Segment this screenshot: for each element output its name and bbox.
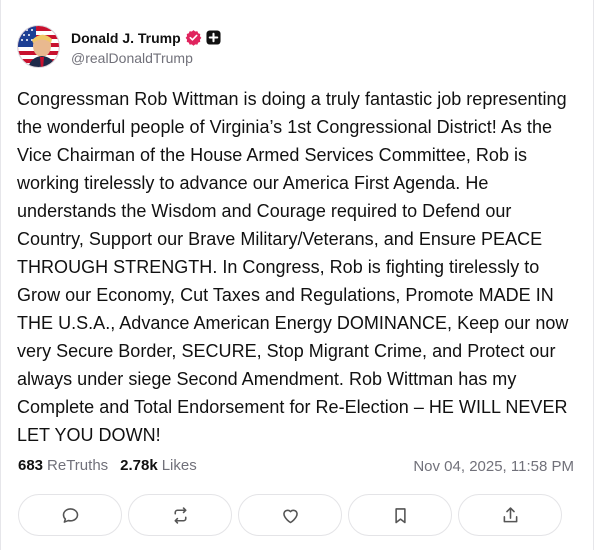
post-timestamp[interactable]: Nov 04, 2025, 11:58 PM [413,458,574,475]
like-button[interactable] [238,494,342,536]
retruths-count[interactable]: 683 [18,457,43,474]
author-handle[interactable]: @realDonaldTrump [71,50,221,66]
avatar-flag-portrait-icon [18,25,59,67]
bookmark-icon [394,507,406,523]
heart-icon [282,509,298,523]
plus-badge-icon [206,30,221,45]
author-info: Donald J. Trump @realDonaldTrump [71,27,221,66]
author-name-row: Donald J. Trump [71,27,221,49]
verified-badge-icon [185,29,202,46]
share-icon [503,506,517,522]
retruth-button[interactable] [128,494,232,536]
comment-icon [62,507,78,523]
bookmark-button[interactable] [348,494,452,536]
post-stats: 683 ReTruths 2.78k Likes [18,457,197,474]
avatar[interactable] [17,24,60,68]
repost-icon [173,506,187,524]
likes-count[interactable]: 2.78k [120,457,158,474]
likes-label[interactable]: Likes [162,457,197,474]
post-text: Congressman Rob Wittman is doing a truly… [17,89,569,445]
author-display-name[interactable]: Donald J. Trump [71,30,181,46]
post-header: Donald J. Trump @realDonaldTrump [17,24,221,68]
share-button[interactable] [458,494,562,536]
post-card: Donald J. Trump @realDonaldTrump Congres… [0,0,594,550]
retruths-label[interactable]: ReTruths [47,457,108,474]
reply-button[interactable] [18,494,122,536]
action-bar [18,494,562,536]
